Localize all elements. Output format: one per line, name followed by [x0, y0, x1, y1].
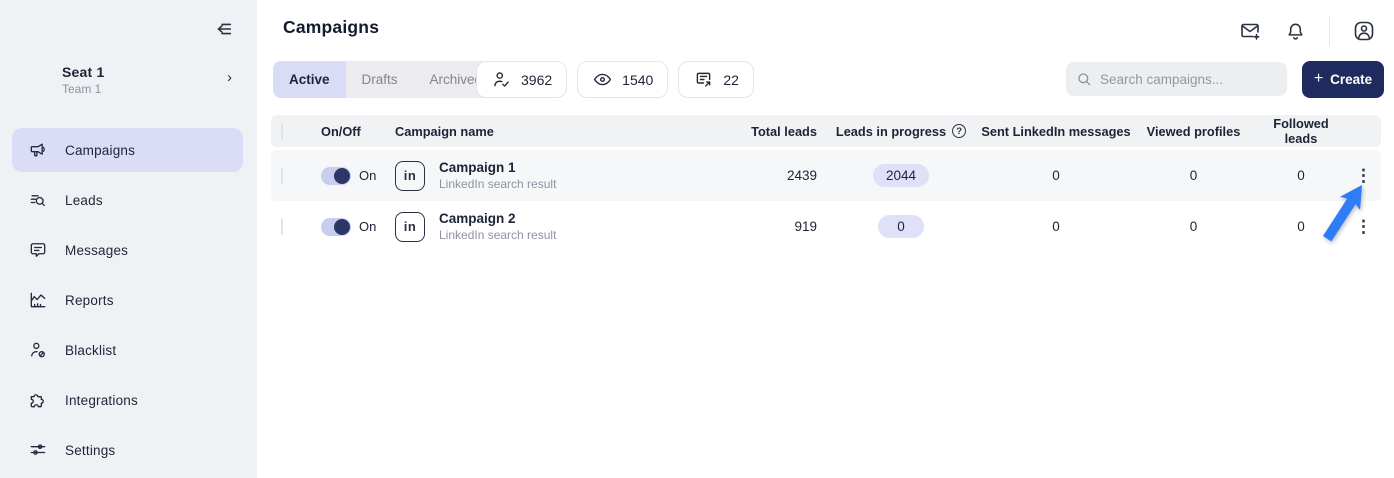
- sidebar-item-leads[interactable]: Leads: [12, 178, 243, 222]
- row-menu-kebab-icon[interactable]: ⋮: [1346, 167, 1381, 184]
- sidebar-item-label: Reports: [65, 292, 114, 308]
- campaign-name[interactable]: Campaign 1: [439, 160, 556, 175]
- puzzle-icon: [28, 390, 48, 410]
- user-check-icon: [491, 69, 512, 90]
- bell-icon[interactable]: [1284, 20, 1307, 43]
- sidebar-item-label: Blacklist: [65, 342, 117, 358]
- list-search-icon: [28, 190, 48, 210]
- megaphone-icon: [28, 140, 48, 160]
- campaigns-table: On/Off Campaign name Total leads Leads i…: [271, 115, 1381, 252]
- tab-active[interactable]: Active: [273, 61, 346, 98]
- followed-leads-value: 0: [1297, 168, 1305, 183]
- search-icon: [1076, 71, 1092, 87]
- stat-value: 1540: [622, 71, 654, 88]
- column-total-leads: Total leads: [751, 123, 817, 139]
- campaign-subtitle: LinkedIn search result: [439, 177, 557, 191]
- main-content: Campaigns Active Drafts Archived 3962 15…: [257, 0, 1394, 478]
- stat-accepted-invites[interactable]: 3962: [476, 61, 568, 98]
- create-button[interactable]: + Create: [1302, 61, 1384, 98]
- table-row[interactable]: On in Campaign 2 LinkedIn search result …: [271, 201, 1381, 252]
- linkedin-icon: in: [395, 211, 425, 242]
- sent-messages-value: 0: [1052, 168, 1060, 183]
- stats-chips: 3962 1540 22: [476, 61, 754, 98]
- sidebar-item-messages[interactable]: Messages: [12, 228, 243, 272]
- linkedin-icon: in: [395, 160, 425, 191]
- campaign-name[interactable]: Campaign 2: [439, 211, 556, 226]
- viewed-profiles-value: 0: [1189, 219, 1198, 234]
- sidebar-item-blacklist[interactable]: Blacklist: [12, 328, 243, 372]
- sent-messages-value: 0: [1052, 219, 1060, 234]
- collapse-sidebar-icon[interactable]: [212, 18, 234, 40]
- sidebar-item-label: Settings: [65, 442, 116, 458]
- tab-drafts[interactable]: Drafts: [345, 61, 414, 98]
- campaign-tabs: Active Drafts Archived: [273, 61, 499, 98]
- sidebar-item-integrations[interactable]: Integrations: [12, 378, 243, 422]
- sidebar: Seat 1 Team 1 › Campaigns Leads Messages…: [0, 0, 257, 478]
- header-divider: [1329, 16, 1330, 46]
- table-header: On/Off Campaign name Total leads Leads i…: [271, 115, 1381, 147]
- help-icon[interactable]: ?: [952, 124, 967, 138]
- stat-value: 22: [723, 71, 739, 88]
- stat-viewed[interactable]: 1540: [577, 61, 669, 98]
- column-followed-leads: Followed leads: [1273, 116, 1329, 146]
- column-sent-messages: Sent LinkedIn messages: [981, 123, 1131, 139]
- search-input[interactable]: [1100, 71, 1270, 87]
- sidebar-item-label: Messages: [65, 242, 129, 258]
- seat-selector[interactable]: Seat 1 Team 1 ›: [0, 60, 257, 100]
- page-title: Campaigns: [283, 17, 380, 37]
- search-box: [1066, 62, 1287, 96]
- sidebar-item-campaigns[interactable]: Campaigns: [12, 128, 243, 172]
- column-campaign-name: Campaign name: [395, 123, 494, 139]
- sidebar-item-label: Integrations: [65, 392, 138, 408]
- select-all-checkbox[interactable]: [281, 122, 283, 140]
- column-leads-in-progress: Leads in progress: [835, 123, 947, 139]
- account-icon[interactable]: [1352, 19, 1376, 43]
- onoff-toggle[interactable]: [321, 217, 351, 236]
- message-icon: [28, 240, 48, 260]
- stat-replies[interactable]: 22: [678, 61, 754, 98]
- eye-icon: [592, 69, 613, 90]
- leads-in-progress-badge: 0: [878, 215, 924, 238]
- mail-plus-icon[interactable]: [1238, 19, 1262, 43]
- stat-value: 3962: [521, 71, 553, 88]
- create-button-label: Create: [1330, 72, 1373, 87]
- campaign-subtitle: LinkedIn search result: [439, 228, 557, 242]
- table-row[interactable]: On in Campaign 1 LinkedIn search result …: [271, 150, 1381, 201]
- sliders-icon: [28, 440, 48, 460]
- followed-leads-value: 0: [1297, 219, 1305, 234]
- message-share-icon: [693, 69, 714, 90]
- total-leads-value: 2439: [786, 168, 817, 183]
- total-leads-value: 919: [794, 219, 817, 234]
- sidebar-item-label: Leads: [65, 192, 103, 208]
- chart-icon: [28, 290, 48, 310]
- row-checkbox[interactable]: [281, 218, 283, 235]
- sidebar-menu: Campaigns Leads Messages Reports Blackli…: [0, 128, 257, 478]
- row-menu-kebab-icon[interactable]: ⋮: [1346, 218, 1381, 235]
- sidebar-item-label: Campaigns: [65, 142, 136, 158]
- seat-title: Seat 1: [62, 64, 105, 80]
- sidebar-item-reports[interactable]: Reports: [12, 278, 243, 322]
- user-block-icon: [28, 340, 48, 360]
- toggle-state-label: On: [359, 219, 377, 234]
- leads-in-progress-badge: 2044: [872, 164, 930, 187]
- row-checkbox[interactable]: [281, 167, 283, 184]
- viewed-profiles-value: 0: [1189, 168, 1198, 183]
- column-onoff: On/Off: [321, 123, 361, 139]
- seat-subtitle: Team 1: [62, 82, 102, 96]
- chevron-right-icon: ›: [227, 69, 232, 86]
- onoff-toggle[interactable]: [321, 166, 351, 185]
- toggle-state-label: On: [359, 168, 377, 183]
- sidebar-item-settings[interactable]: Settings: [12, 428, 243, 472]
- plus-icon: +: [1313, 70, 1324, 87]
- header-actions: [1216, 16, 1376, 46]
- column-viewed-profiles: Viewed profiles: [1146, 123, 1241, 139]
